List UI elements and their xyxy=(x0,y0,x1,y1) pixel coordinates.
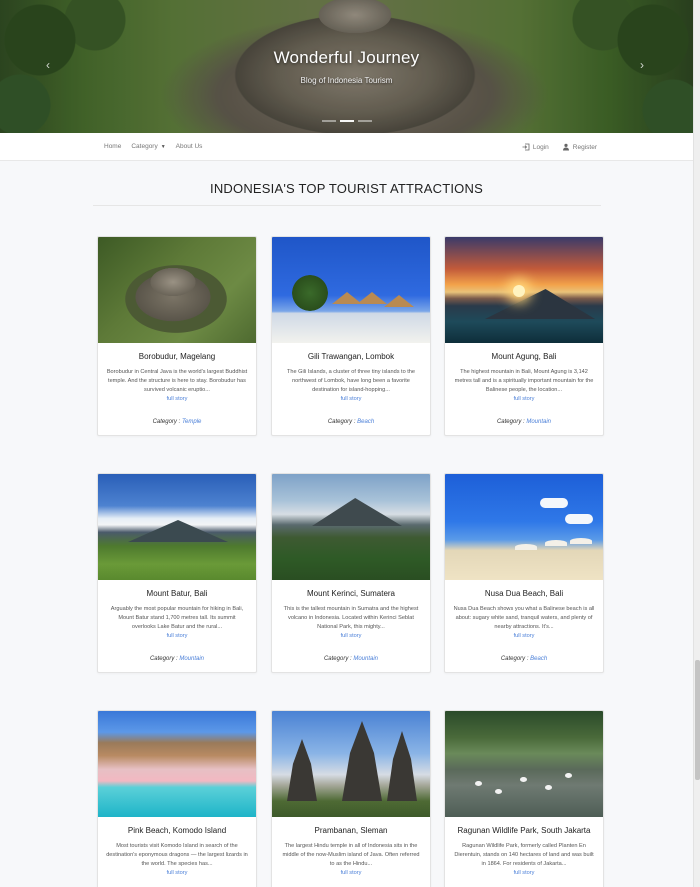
category-label: Category : xyxy=(152,419,181,425)
full-story-link[interactable]: full story xyxy=(445,633,603,639)
category-label: Category : xyxy=(323,656,352,662)
section-divider xyxy=(93,205,601,206)
full-story-link[interactable]: full story xyxy=(445,870,603,876)
card-title: Pink Beach, Komodo Island xyxy=(127,826,227,835)
card-image[interactable] xyxy=(98,711,256,817)
card-title: Nusa Dua Beach, Bali xyxy=(484,589,564,598)
card-description: The Gili Islands, a cluster of three tin… xyxy=(286,369,416,393)
card-description: Arguably the most popular mountain for h… xyxy=(110,606,244,630)
card-category: Category : Beach xyxy=(272,419,430,425)
category-link[interactable]: Mountain xyxy=(179,656,204,662)
attraction-card: Nusa Dua Beach, Bali Nusa Dua Beach show… xyxy=(444,473,604,673)
section-title: INDONESIA'S TOP TOURIST ATTRACTIONS xyxy=(210,181,483,196)
full-story-link[interactable]: full story xyxy=(272,396,430,402)
card-description: The largest Hindu temple in all of Indon… xyxy=(282,843,420,867)
page-scrollbar[interactable] xyxy=(693,0,700,887)
card-description: Ragunan Wildlife Park, formerly called P… xyxy=(454,843,594,867)
nav-right: Login Register xyxy=(522,143,597,151)
category-link[interactable]: Beach xyxy=(357,419,374,425)
nav-about-label: About Us xyxy=(175,143,203,150)
category-link[interactable]: Mountain xyxy=(353,656,378,662)
card-description: Nusa Dua Beach shows you what a Balinese… xyxy=(453,606,595,630)
category-label: Category : xyxy=(496,419,525,425)
attraction-card: Pink Beach, Komodo Island Most tourists … xyxy=(97,710,257,887)
scrollbar-thumb[interactable] xyxy=(695,660,700,780)
category-label: Category : xyxy=(327,419,356,425)
card-title: Borobudur, Magelang xyxy=(138,352,216,361)
attraction-card: Gili Trawangan, Lombok The Gili Islands,… xyxy=(271,236,431,436)
nav-home[interactable]: Home xyxy=(104,143,121,150)
card-image[interactable] xyxy=(445,711,603,817)
hero-title: Wonderful Journey xyxy=(273,48,420,67)
hero-carousel: ‹ › Wonderful Journey Blog of Indonesia … xyxy=(0,0,693,133)
card-image[interactable] xyxy=(98,237,256,343)
card-category: Category : Mountain xyxy=(272,656,430,662)
card-description: Borobudur in Central Java is the world's… xyxy=(106,369,248,393)
category-label: Category : xyxy=(500,656,529,662)
carousel-indicators xyxy=(0,120,693,122)
card-description: Most tourists visit Komodo Island in sea… xyxy=(106,843,248,867)
category-link[interactable]: Mountain xyxy=(526,419,551,425)
carousel-indicator-active[interactable] xyxy=(339,120,354,122)
card-title: Ragunan Wildlife Park, South Jakarta xyxy=(457,826,591,835)
nav-category-dropdown[interactable]: Category ▼ xyxy=(131,143,165,150)
card-category: Category : Mountain xyxy=(445,419,603,425)
full-story-link[interactable]: full story xyxy=(445,396,603,402)
full-story-link[interactable]: full story xyxy=(272,870,430,876)
nav-home-label: Home xyxy=(104,143,122,150)
full-story-link[interactable]: full story xyxy=(98,396,256,402)
card-description: The highest mountain in Bali, Mount Agun… xyxy=(454,369,594,393)
navbar: Home Category ▼ About Us Login Register xyxy=(0,133,693,161)
category-link[interactable]: Temple xyxy=(182,419,201,425)
category-label: Category : xyxy=(149,656,178,662)
attraction-card: Prambanan, Sleman The largest Hindu temp… xyxy=(271,710,431,887)
login-label: Login xyxy=(532,143,549,151)
full-story-link[interactable]: full story xyxy=(98,633,256,639)
full-story-link[interactable]: full story xyxy=(272,633,430,639)
card-title: Prambanan, Sleman xyxy=(314,826,388,835)
category-link[interactable]: Beach xyxy=(530,656,547,662)
card-title: Mount Agung, Bali xyxy=(491,352,557,361)
hero-subtitle: Blog of Indonesia Tourism xyxy=(300,76,393,85)
caret-down-icon: ▼ xyxy=(160,143,166,150)
login-link[interactable]: Login xyxy=(522,143,549,151)
card-category: Category : Beach xyxy=(445,656,603,662)
user-icon xyxy=(562,143,570,151)
card-image[interactable] xyxy=(445,474,603,580)
card-image[interactable] xyxy=(98,474,256,580)
card-category: Category : Mountain xyxy=(98,656,256,662)
card-category: Category : Temple xyxy=(98,419,256,425)
card-image[interactable] xyxy=(272,474,430,580)
attraction-card: Mount Agung, Bali The highest mountain i… xyxy=(444,236,604,436)
attraction-card: Ragunan Wildlife Park, South Jakarta Rag… xyxy=(444,710,604,887)
card-title: Gili Trawangan, Lombok xyxy=(307,352,395,361)
login-icon xyxy=(522,143,530,151)
card-title: Mount Batur, Bali xyxy=(146,589,208,598)
attraction-card: Mount Batur, Bali Arguably the most popu… xyxy=(97,473,257,673)
nav-left: Home Category ▼ About Us xyxy=(104,143,202,150)
register-link[interactable]: Register xyxy=(562,143,597,151)
carousel-indicator[interactable] xyxy=(357,120,372,122)
card-image[interactable] xyxy=(272,237,430,343)
nav-category-label: Category xyxy=(131,143,158,150)
attraction-card: Borobudur, Magelang Borobudur in Central… xyxy=(97,236,257,436)
card-description: This is the tallest mountain in Sumatra … xyxy=(283,606,419,630)
register-label: Register xyxy=(572,143,597,151)
card-image[interactable] xyxy=(445,237,603,343)
card-image[interactable] xyxy=(272,711,430,817)
carousel-indicator[interactable] xyxy=(321,120,336,122)
full-story-link[interactable]: full story xyxy=(98,870,256,876)
attraction-card: Mount Kerinci, Sumatera This is the tall… xyxy=(271,473,431,673)
card-title: Mount Kerinci, Sumatera xyxy=(306,589,396,598)
nav-about[interactable]: About Us xyxy=(176,143,203,150)
